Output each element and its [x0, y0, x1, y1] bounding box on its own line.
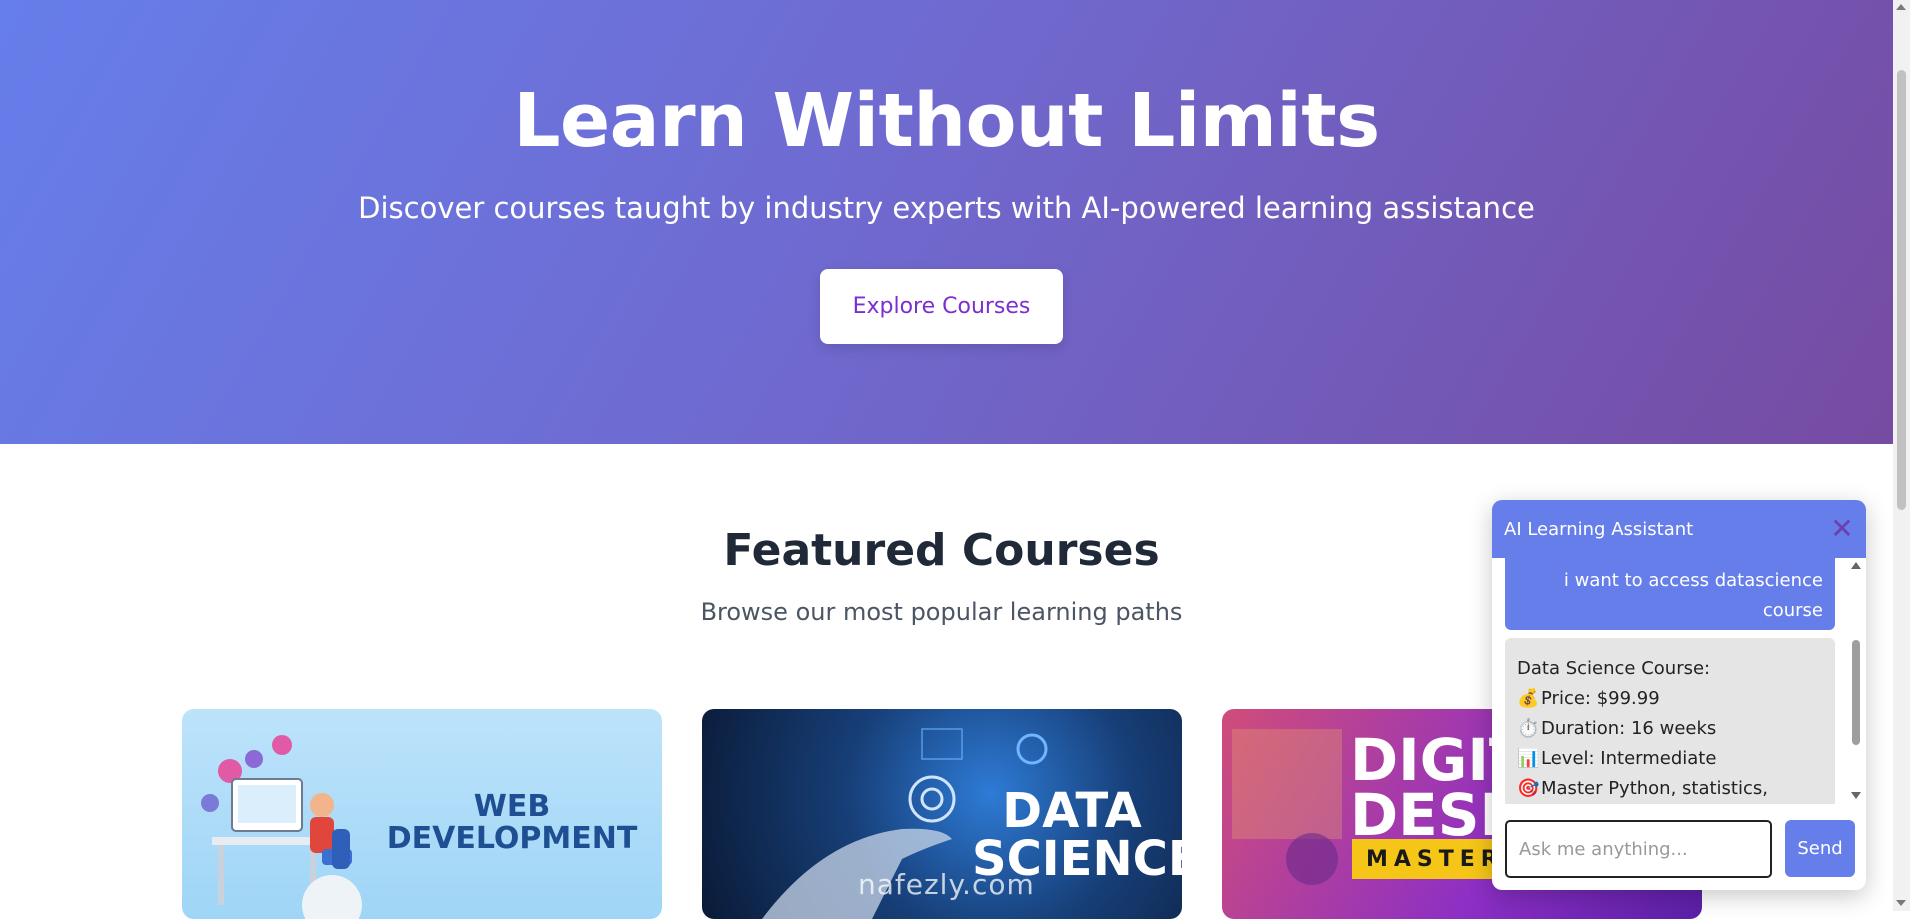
hero-subtitle: Discover courses taught by industry expe… — [358, 191, 1535, 225]
bar-chart-icon: 📊 — [1517, 748, 1540, 769]
watermark: nafezly.com — [858, 868, 1035, 901]
bot-message-line: Duration: 16 weeks — [1541, 718, 1717, 739]
user-message: i want to access datascience course — [1505, 558, 1835, 630]
chat-title: AI Learning Assistant — [1504, 518, 1694, 540]
money-bag-icon: 💰 — [1517, 688, 1540, 709]
scroll-up-arrow-icon[interactable] — [1896, 4, 1906, 10]
chat-messages[interactable]: i want to access datascience course Data… — [1492, 558, 1866, 804]
page-scrollbar-thumb[interactable] — [1897, 70, 1906, 510]
hero-section: Learn Without Limits Discover courses ta… — [0, 0, 1893, 444]
explore-courses-button[interactable]: Explore Courses — [820, 269, 1063, 344]
bot-message: Data Science Course: 💰Price: $99.99 ⏱️Du… — [1505, 638, 1835, 804]
bot-message-heading: Data Science Course: — [1517, 658, 1711, 679]
chat-widget: AI Learning Assistant ✕ i want to access… — [1492, 500, 1866, 890]
send-button[interactable]: Send — [1785, 820, 1855, 877]
bot-message-line: Price: $99.99 — [1541, 688, 1660, 709]
hero-title: Learn Without Limits — [513, 78, 1380, 164]
bot-message-line: Level: Intermediate — [1541, 748, 1717, 769]
scroll-down-arrow-icon[interactable] — [1896, 900, 1906, 906]
stopwatch-icon: ⏱️ — [1517, 718, 1540, 739]
chat-input[interactable] — [1505, 820, 1772, 878]
chat-scroll-up-icon[interactable] — [1851, 562, 1861, 569]
chat-header: AI Learning Assistant — [1492, 500, 1866, 558]
course-card-image-text: WEB DEVELOPMENT — [386, 789, 638, 856]
chat-scroll-down-icon[interactable] — [1851, 792, 1861, 799]
target-icon: 🎯 — [1517, 778, 1540, 799]
close-icon[interactable]: ✕ — [1829, 515, 1855, 543]
developer-illustration — [201, 735, 362, 919]
course-card-web-development[interactable]: WEB DEVELOPMENT — [182, 709, 662, 919]
chat-scrollbar-thumb[interactable] — [1852, 640, 1860, 745]
bot-message-line: Master Python, statistics, — [1541, 778, 1768, 799]
